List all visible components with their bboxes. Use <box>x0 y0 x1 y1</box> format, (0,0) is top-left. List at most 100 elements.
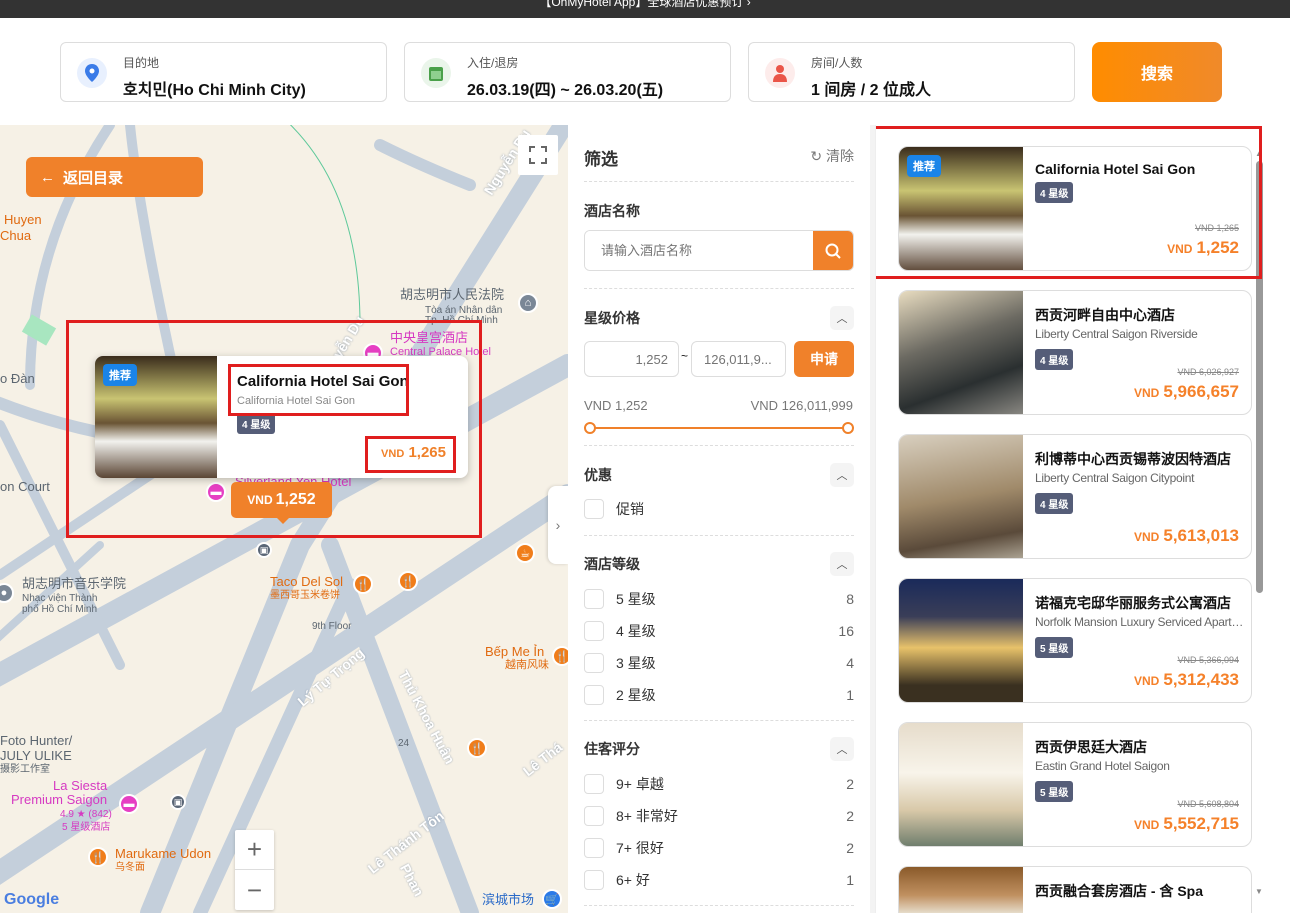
checkbox[interactable] <box>584 838 604 858</box>
restaurant-icon[interactable]: 🍴 <box>552 646 568 666</box>
destination-label: 目的地 <box>123 56 160 70</box>
checkbox[interactable] <box>584 685 604 705</box>
dates-field[interactable]: 入住/退房 26.03.19(四) ~ 26.03.20(五) <box>404 42 731 102</box>
courthouse-icon[interactable]: ⌂ <box>518 293 538 313</box>
search-button[interactable]: 搜索 <box>1092 42 1222 102</box>
map[interactable]: Huyen Chua 胡志明市人民法院 Tòa án Nhân dân Tp. … <box>0 125 568 913</box>
zoom-control: + − <box>235 830 274 910</box>
apply-price-button[interactable]: 申请 <box>794 341 854 377</box>
collapse-section-button[interactable]: ︿ <box>830 737 854 761</box>
count: 1 <box>846 687 854 703</box>
promo-banner[interactable]: 【OhMyHotel App】全球酒店优惠预订 › <box>0 0 1290 18</box>
map-label: 24 <box>398 738 410 749</box>
map-label: Premium Saigon <box>11 792 108 807</box>
person-icon <box>765 58 795 88</box>
checkbox[interactable] <box>584 774 604 794</box>
filter-checkbox-grade[interactable]: 3 星级 4 <box>584 653 854 673</box>
count: 1 <box>846 872 854 888</box>
checkbox[interactable] <box>584 806 604 826</box>
section-title: 酒店等级 <box>584 556 640 572</box>
slider-min-handle[interactable] <box>584 422 596 434</box>
hotel-price: 5,552,715 <box>1163 814 1239 833</box>
hotel-pin-icon[interactable]: ▬ <box>119 794 139 814</box>
collapse-section-button[interactable]: ︿ <box>830 552 854 576</box>
checkbox-label: 6+ 好 <box>616 872 650 888</box>
currency: VND <box>1134 386 1160 400</box>
guests-label: 房间/人数 <box>811 56 863 70</box>
back-to-list-button[interactable]: ← 返回目录 <box>26 157 203 197</box>
price-range-slider[interactable] <box>584 422 854 434</box>
checkbox[interactable] <box>584 870 604 890</box>
collapse-panel-button[interactable]: › <box>548 486 568 564</box>
clear-filters-button[interactable]: ↻ 清除 <box>810 146 854 166</box>
hotel-name-search-button[interactable] <box>813 231 853 270</box>
currency: VND <box>1134 674 1160 688</box>
hotel-card[interactable]: 利博蒂中心西贡锡蒂波因特酒店 Liberty Central Saigon Ci… <box>898 434 1252 559</box>
hotel-name: 西贡河畔自由中心酒店 <box>1035 307 1175 323</box>
checkbox[interactable] <box>584 499 604 519</box>
bus-stop-icon[interactable]: ▣ <box>170 794 186 810</box>
hotel-name-search <box>584 230 854 271</box>
collapse-section-button[interactable]: ︿ <box>830 306 854 330</box>
fullscreen-button[interactable] <box>518 135 558 175</box>
promo-text: 【OhMyHotel App】全球酒店优惠预订 › <box>539 0 751 9</box>
original-price: VND 5,366,094 <box>1177 655 1239 665</box>
count: 2 <box>846 808 854 824</box>
checkbox-label: 3 星级 <box>616 655 656 671</box>
hotel-price: 5,312,433 <box>1163 670 1239 689</box>
dates-label: 入住/退房 <box>467 56 519 70</box>
slider-max-handle[interactable] <box>842 422 854 434</box>
checkbox[interactable] <box>584 621 604 641</box>
checkbox-label: 7+ 很好 <box>616 840 664 856</box>
shopping-cart-icon[interactable]: 🛒 <box>542 889 562 909</box>
map-label: o Đàn <box>0 371 35 386</box>
original-price: VND 6,026,927 <box>1177 367 1239 377</box>
hotel-list: 推荐 California Hotel Sai Gon 4 星级 VND 1,2… <box>876 125 1290 913</box>
restaurant-icon[interactable]: 🍴 <box>467 738 487 758</box>
checkbox[interactable] <box>584 589 604 609</box>
back-label: 返回目录 <box>63 169 124 187</box>
cafe-icon[interactable]: ☕ <box>515 543 535 563</box>
filter-checkbox-grade[interactable]: 4 星级 16 <box>584 621 854 641</box>
zoom-out-button[interactable]: − <box>235 870 274 910</box>
min-price-input[interactable] <box>584 341 679 377</box>
filter-title: 筛选 <box>584 150 618 169</box>
filter-checkbox-rating[interactable]: 8+ 非常好 2 <box>584 806 854 826</box>
filter-checkbox-rating[interactable]: 6+ 好 1 <box>584 870 854 890</box>
map-label: Foto Hunter/ <box>0 733 73 748</box>
filter-checkbox-rating[interactable]: 7+ 很好 2 <box>584 838 854 858</box>
section-title: 酒店名称 <box>584 203 640 219</box>
hotel-card[interactable]: 西贡伊思廷大酒店 Eastin Grand Hotel Saigon 5 星级 … <box>898 722 1252 847</box>
scroll-down-arrow-icon[interactable]: ▼ <box>1255 887 1263 896</box>
hotel-card[interactable]: 诺福克宅邸华丽服务式公寓酒店 Norfolk Mansion Luxury Se… <box>898 578 1252 703</box>
hotel-name-input[interactable] <box>585 231 813 270</box>
filter-checkbox-rating[interactable]: 9+ 卓越 2 <box>584 774 854 794</box>
min-price-label: VND 1,252 <box>584 398 648 413</box>
max-price-input[interactable] <box>691 341 786 377</box>
restaurant-icon[interactable]: 🍴 <box>398 571 418 591</box>
filter-checkbox-grade[interactable]: 5 星级 8 <box>584 589 854 609</box>
filter-checkbox-grade[interactable]: 2 星级 1 <box>584 685 854 705</box>
hotel-photo <box>899 435 1023 558</box>
map-label: Chua <box>0 228 32 243</box>
bus-stop-icon[interactable]: ▣ <box>256 542 272 558</box>
zoom-in-button[interactable]: + <box>235 830 274 870</box>
checkbox-label: 2 星级 <box>616 687 656 703</box>
guests-field[interactable]: 房间/人数 1 间房 / 2 位成人 <box>748 42 1075 102</box>
hotel-card[interactable]: 西贡河畔自由中心酒店 Liberty Central Saigon Rivers… <box>898 290 1252 415</box>
checkbox-label: 促销 <box>616 501 644 517</box>
restaurant-icon[interactable]: 🍴 <box>88 847 108 867</box>
restaurant-icon[interactable]: 🍴 <box>353 574 373 594</box>
map-label: 胡志明市音乐学院 <box>22 576 127 591</box>
hotel-card[interactable]: 西贡融合套房酒店 - 含 Spa <box>898 866 1252 913</box>
guests-value: 1 间房 / 2 位成人 <box>811 82 932 99</box>
map-label: Bếp Me Ỉn <box>485 644 545 659</box>
checkbox[interactable] <box>584 653 604 673</box>
count: 4 <box>846 655 854 671</box>
hotel-name: 西贡伊思廷大酒店 <box>1035 739 1147 755</box>
fullscreen-icon <box>529 146 547 164</box>
count: 2 <box>846 776 854 792</box>
filter-checkbox-promo[interactable]: 促销 <box>584 499 854 519</box>
destination-field[interactable]: 目的地 호치민(Ho Chi Minh City) <box>60 42 387 102</box>
collapse-section-button[interactable]: ︿ <box>830 463 854 487</box>
